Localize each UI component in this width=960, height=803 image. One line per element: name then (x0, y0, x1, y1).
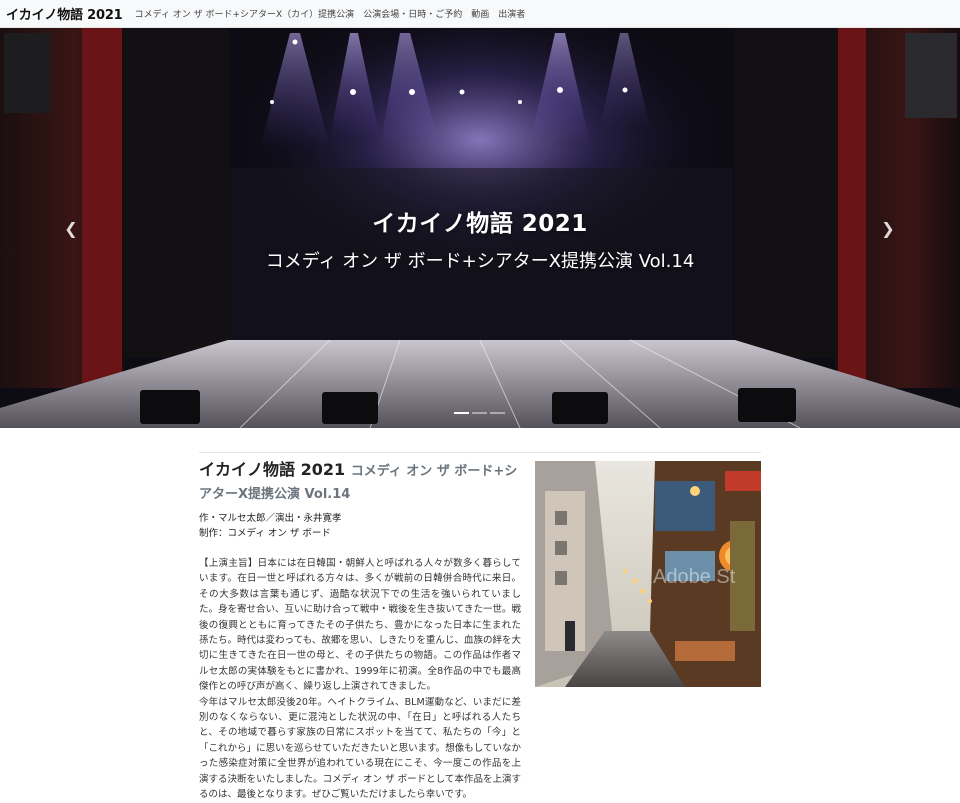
page-title-main: イカイノ物語 2021 (199, 460, 346, 479)
intro-column: イカイノ物語 2021 コメディ オン ザ ボード+シアターX提携公演 Vol.… (199, 459, 521, 803)
nav-link-cast[interactable]: 出演者 (498, 7, 525, 20)
nav-link-video[interactable]: 動画 (471, 7, 489, 20)
page-title: イカイノ物語 2021 コメディ オン ザ ボード+シアターX提携公演 Vol.… (199, 459, 521, 505)
nav-link-venue-schedule[interactable]: 公演会場・日時・ご予約 (363, 7, 462, 20)
credits: 作・マルセ太郎／演出・永井寛孝 制作：コメディ オン ザ ボード (199, 511, 521, 541)
nav-link-collaboration[interactable]: コメディ オン ザ ボード+シアターX（カイ）提携公演 (135, 7, 355, 20)
carousel-prev-button[interactable]: ❮ (59, 216, 83, 240)
carousel-indicators (454, 412, 505, 414)
carousel-indicator-2[interactable] (472, 412, 487, 414)
hero-carousel: イカイノ物語 2021 コメディ オン ザ ボード+シアターX提携公演 Vol.… (0, 28, 960, 428)
chevron-left-icon: ❮ (64, 218, 78, 238)
street-photo: Adobe St (535, 461, 761, 687)
credit-production: 制作：コメディ オン ザ ボード (199, 528, 331, 539)
carousel-indicator-3[interactable] (490, 412, 505, 414)
synopsis: 【上演主旨】日本には在日韓国・朝鮮人と呼ばれる人々が数多く暮らしています。在日一… (199, 556, 521, 803)
hero-subtitle: コメディ オン ザ ボード+シアターX提携公演 Vol.14 (265, 251, 695, 272)
navbar-brand[interactable]: イカイノ物語 2021 (6, 4, 123, 23)
chevron-right-icon: ❯ (881, 218, 895, 238)
carousel-indicator-1[interactable] (454, 412, 469, 414)
credit-author-director: 作・マルセ太郎／演出・永井寛孝 (199, 513, 342, 524)
carousel-next-button[interactable]: ❯ (876, 216, 900, 240)
hero-title: イカイノ物語 2021 (372, 211, 588, 237)
main-content: イカイノ物語 2021 コメディ オン ザ ボード+シアターX提携公演 Vol.… (199, 452, 761, 800)
photo-watermark: Adobe St (653, 566, 736, 588)
top-navbar: イカイノ物語 2021 コメディ オン ザ ボード+シアターX（カイ）提携公演 … (0, 0, 960, 28)
synopsis-paragraph-1: 【上演主旨】日本には在日韓国・朝鮮人と呼ばれる人々が数多く暮らしています。在日一… (199, 558, 521, 693)
synopsis-paragraph-2: 今年はマルセ太郎没後20年。ヘイトクライム、BLM運動など、いまだに差別のなくな… (199, 696, 521, 801)
